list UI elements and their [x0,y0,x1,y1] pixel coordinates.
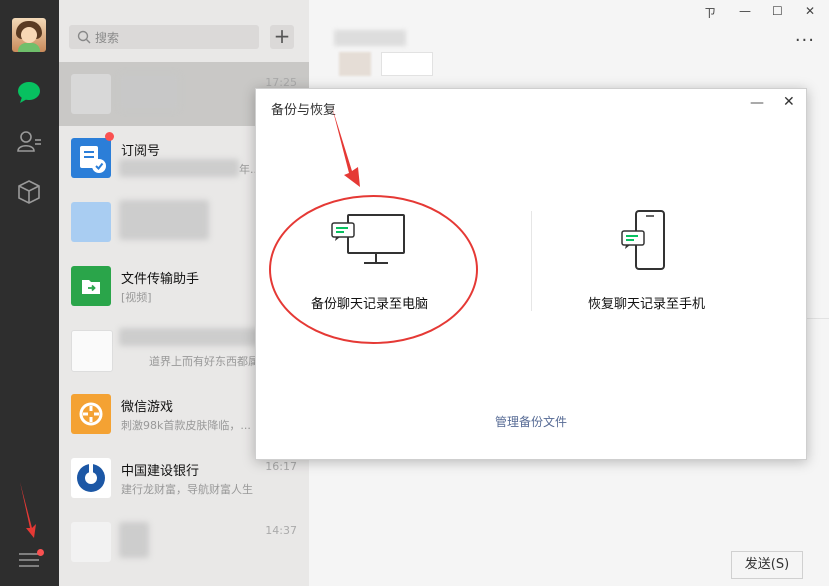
list-item-name: 中国建设银行 [121,464,200,479]
file-transfer-icon [71,266,111,306]
contacts-icon[interactable] [15,128,43,156]
annotation-arrow-icon [20,482,36,538]
list-item-preview: 刺激98k首款皮肤降临，... [121,419,251,432]
manage-backup-link[interactable]: 管理备份文件 [495,413,567,430]
close-button[interactable]: ✕ [805,4,815,18]
ccb-logo-icon [71,458,111,498]
chat-icon[interactable] [15,78,43,106]
option-divider [531,211,532,311]
annotation-arrow-icon [332,107,360,187]
menu-notification-dot [37,549,44,556]
more-icon[interactable]: ··· [795,30,815,51]
list-item-time: 16:17 [265,460,297,473]
unread-dot [105,132,114,141]
list-item[interactable]: 14:37 [59,510,309,574]
restore-to-phone-option[interactable]: 恢复聊天记录至手机 [576,199,736,319]
backup-restore-dialog: 备份与恢复 — ✕ 备份聊天记录至电脑 恢复聊天记录至手机 管理备份文件 [255,88,807,460]
list-item-time: 14:37 [265,524,297,537]
dialog-close-button[interactable]: ✕ [783,94,795,110]
game-icon [71,394,111,434]
search-placeholder: 搜索 [95,31,120,45]
chat-title [334,30,406,46]
restore-to-phone-label: 恢复聊天记录至手机 [588,297,706,312]
avatar [71,330,113,372]
list-item-name: 文件传输助手 [121,272,200,287]
annotation-circle [269,195,478,344]
list-item-preview: [视频] [121,291,152,304]
maximize-button[interactable]: ☐ [772,4,783,18]
avatar [71,522,111,562]
subscription-icon [71,138,111,178]
list-item-preview: 道界上而有好东西都属于... [149,355,269,368]
minimize-button[interactable]: — [739,4,751,18]
list-item-name: 微信游戏 [121,400,174,415]
add-button[interactable]: + [270,25,294,49]
avatar [71,74,111,114]
dialog-minimize-button[interactable]: — [750,95,764,111]
list-item-preview: 建行龙财富，导航财富人生 [121,483,253,496]
avatar[interactable] [12,18,46,52]
avatar [71,202,111,242]
search-icon [77,30,91,44]
pin-button[interactable]: ㄗ [704,4,716,21]
box-icon[interactable] [15,178,43,206]
message-avatar [339,52,371,76]
sidebar [0,0,59,586]
search-input[interactable]: 搜索 [69,25,259,49]
list-item-name: 订阅号 [121,144,161,159]
message-bubble [381,52,433,76]
phone-icon [621,210,665,270]
send-button[interactable]: 发送(S) [731,551,803,579]
menu-icon[interactable] [19,552,39,568]
